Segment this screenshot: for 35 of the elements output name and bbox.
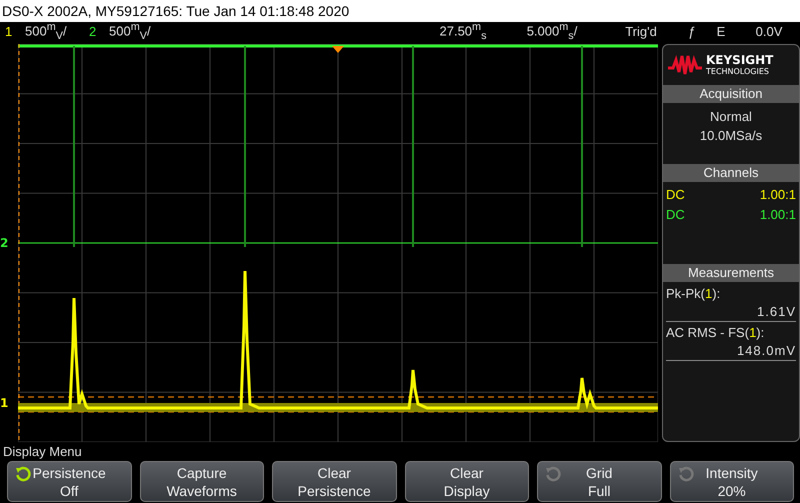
channel-coupling: DC: [666, 186, 685, 204]
probe-ratio: 1.00:1: [760, 206, 796, 224]
measurement-label: AC RMS - FS(1):: [666, 324, 766, 342]
sample-rate: 10.0MSa/s: [700, 127, 762, 145]
channel-marker[interactable]: 1: [0, 396, 8, 410]
section-header: Channels: [663, 164, 799, 182]
window-title: DS0-X 2002A, MY59127165: Tue Jan 14 01:18:48 2020: [0, 0, 800, 22]
channel-scale: 500$^{m}$$_{V}$/: [109, 21, 152, 42]
channel-scale: 500$^{m}$$_{V}$/: [25, 21, 68, 42]
section-header: Acquisition: [663, 85, 799, 103]
softkey-button[interactable]: Intensity 20%: [670, 461, 794, 502]
brand-name: KEYSIGHT: [706, 54, 774, 67]
waveform-logo-icon: [667, 54, 703, 76]
softkey-button[interactable]: Capture Waveforms: [140, 461, 264, 502]
channel-number: 1: [5, 24, 14, 39]
channel-coupling: DC: [666, 206, 685, 224]
section-header: Measurements: [663, 264, 799, 282]
trigger-slope-icon: ƒ: [680, 24, 704, 39]
softkey-button[interactable]: Clear Display: [404, 461, 529, 502]
trigger-level: 0.0V: [754, 24, 784, 39]
softkey-button[interactable]: Grid Full: [537, 461, 662, 502]
measurement-value: 1.61V: [757, 303, 796, 321]
brand-subtitle: TECHNOLOGIES: [706, 67, 770, 76]
softkey-button[interactable]: Persistence Off: [7, 461, 132, 502]
menu-title: Display Menu: [2, 443, 83, 461]
softkey-button[interactable]: Clear Persistence: [272, 461, 396, 502]
channel-marker[interactable]: 2: [0, 236, 8, 250]
trigger-source: E: [716, 24, 726, 39]
acquisition-mode: Normal: [710, 108, 752, 126]
measurement-value: 148.0mV: [736, 342, 796, 360]
probe-ratio: 1.00:1: [760, 186, 796, 204]
timebase-readout: 5.000$^{m}$$_{s}$/: [526, 21, 578, 42]
channel-number: 2: [89, 24, 98, 39]
measurement-label: Pk-Pk(1):: [666, 285, 722, 303]
trigger-state: Trig'd: [624, 24, 658, 39]
